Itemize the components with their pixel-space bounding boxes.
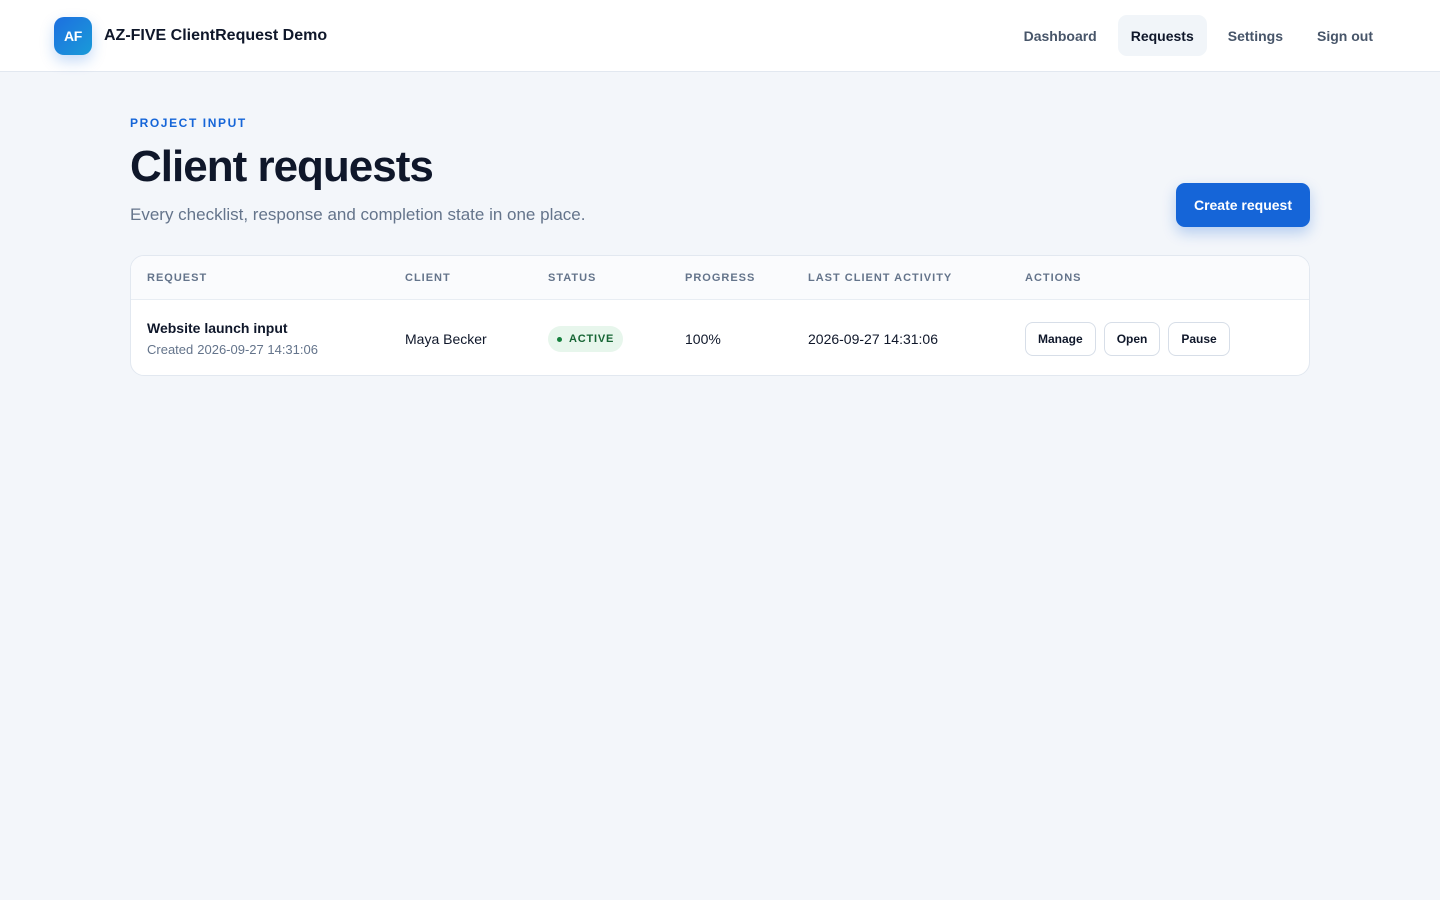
column-header-status: STATUS [548,272,597,284]
manage-button[interactable]: Manage [1025,322,1096,356]
nav-item-dashboard[interactable]: Dashboard [1011,15,1110,56]
column-header-actions: ACTIONS [1025,272,1082,284]
brand-logo: AF [54,17,92,55]
nav-item-sign-out[interactable]: Sign out [1304,15,1386,56]
request-created: Created 2026-09-27 14:31:06 [147,342,318,357]
last-client-activity: 2026-09-27 14:31:06 [808,331,938,347]
column-header-client: CLIENT [405,272,451,284]
requests-table: REQUEST CLIENT STATUS PROGRESS LAST CLIE… [130,255,1310,376]
client-name: Maya Becker [405,331,487,347]
create-request-button[interactable]: Create request [1175,183,1310,227]
top-navigation-bar: AF AZ-FIVE ClientRequest Demo Dashboard … [0,0,1440,72]
nav-item-requests[interactable]: Requests [1117,15,1207,56]
table-row: Website launch input Created 2026-09-27 1… [131,301,1309,375]
brand-name: AZ-FIVE ClientRequest Demo [104,27,328,44]
progress-value: 100% [685,331,721,347]
column-header-request: REQUEST [147,272,208,284]
open-button[interactable]: Open [1103,322,1161,356]
column-header-progress: PROGRESS [685,272,756,284]
brand[interactable]: AF AZ-FIVE ClientRequest Demo [54,17,327,55]
main-nav: Dashboard Requests Settings Sign out [1003,15,1386,56]
status-text: ACTIVE [569,333,615,345]
table-header: REQUEST CLIENT STATUS PROGRESS LAST CLIE… [131,256,1309,300]
created-timestamp: 2026-09-27 14:31:06 [197,342,318,357]
row-actions: Manage Open Pause [1025,322,1238,356]
pause-button[interactable]: Pause [1168,322,1230,356]
status-dot-icon [557,336,562,342]
created-label: Created [147,342,194,357]
status-badge: ACTIVE [548,326,624,352]
page-eyebrow: PROJECT INPUT [130,116,247,130]
request-title[interactable]: Website launch input [147,320,288,336]
page-title: Client requests [130,142,434,191]
column-header-last-client-activity: LAST CLIENT ACTIVITY [808,272,953,284]
nav-item-settings[interactable]: Settings [1215,15,1296,56]
page-subtitle: Every checklist, response and completion… [130,205,586,224]
